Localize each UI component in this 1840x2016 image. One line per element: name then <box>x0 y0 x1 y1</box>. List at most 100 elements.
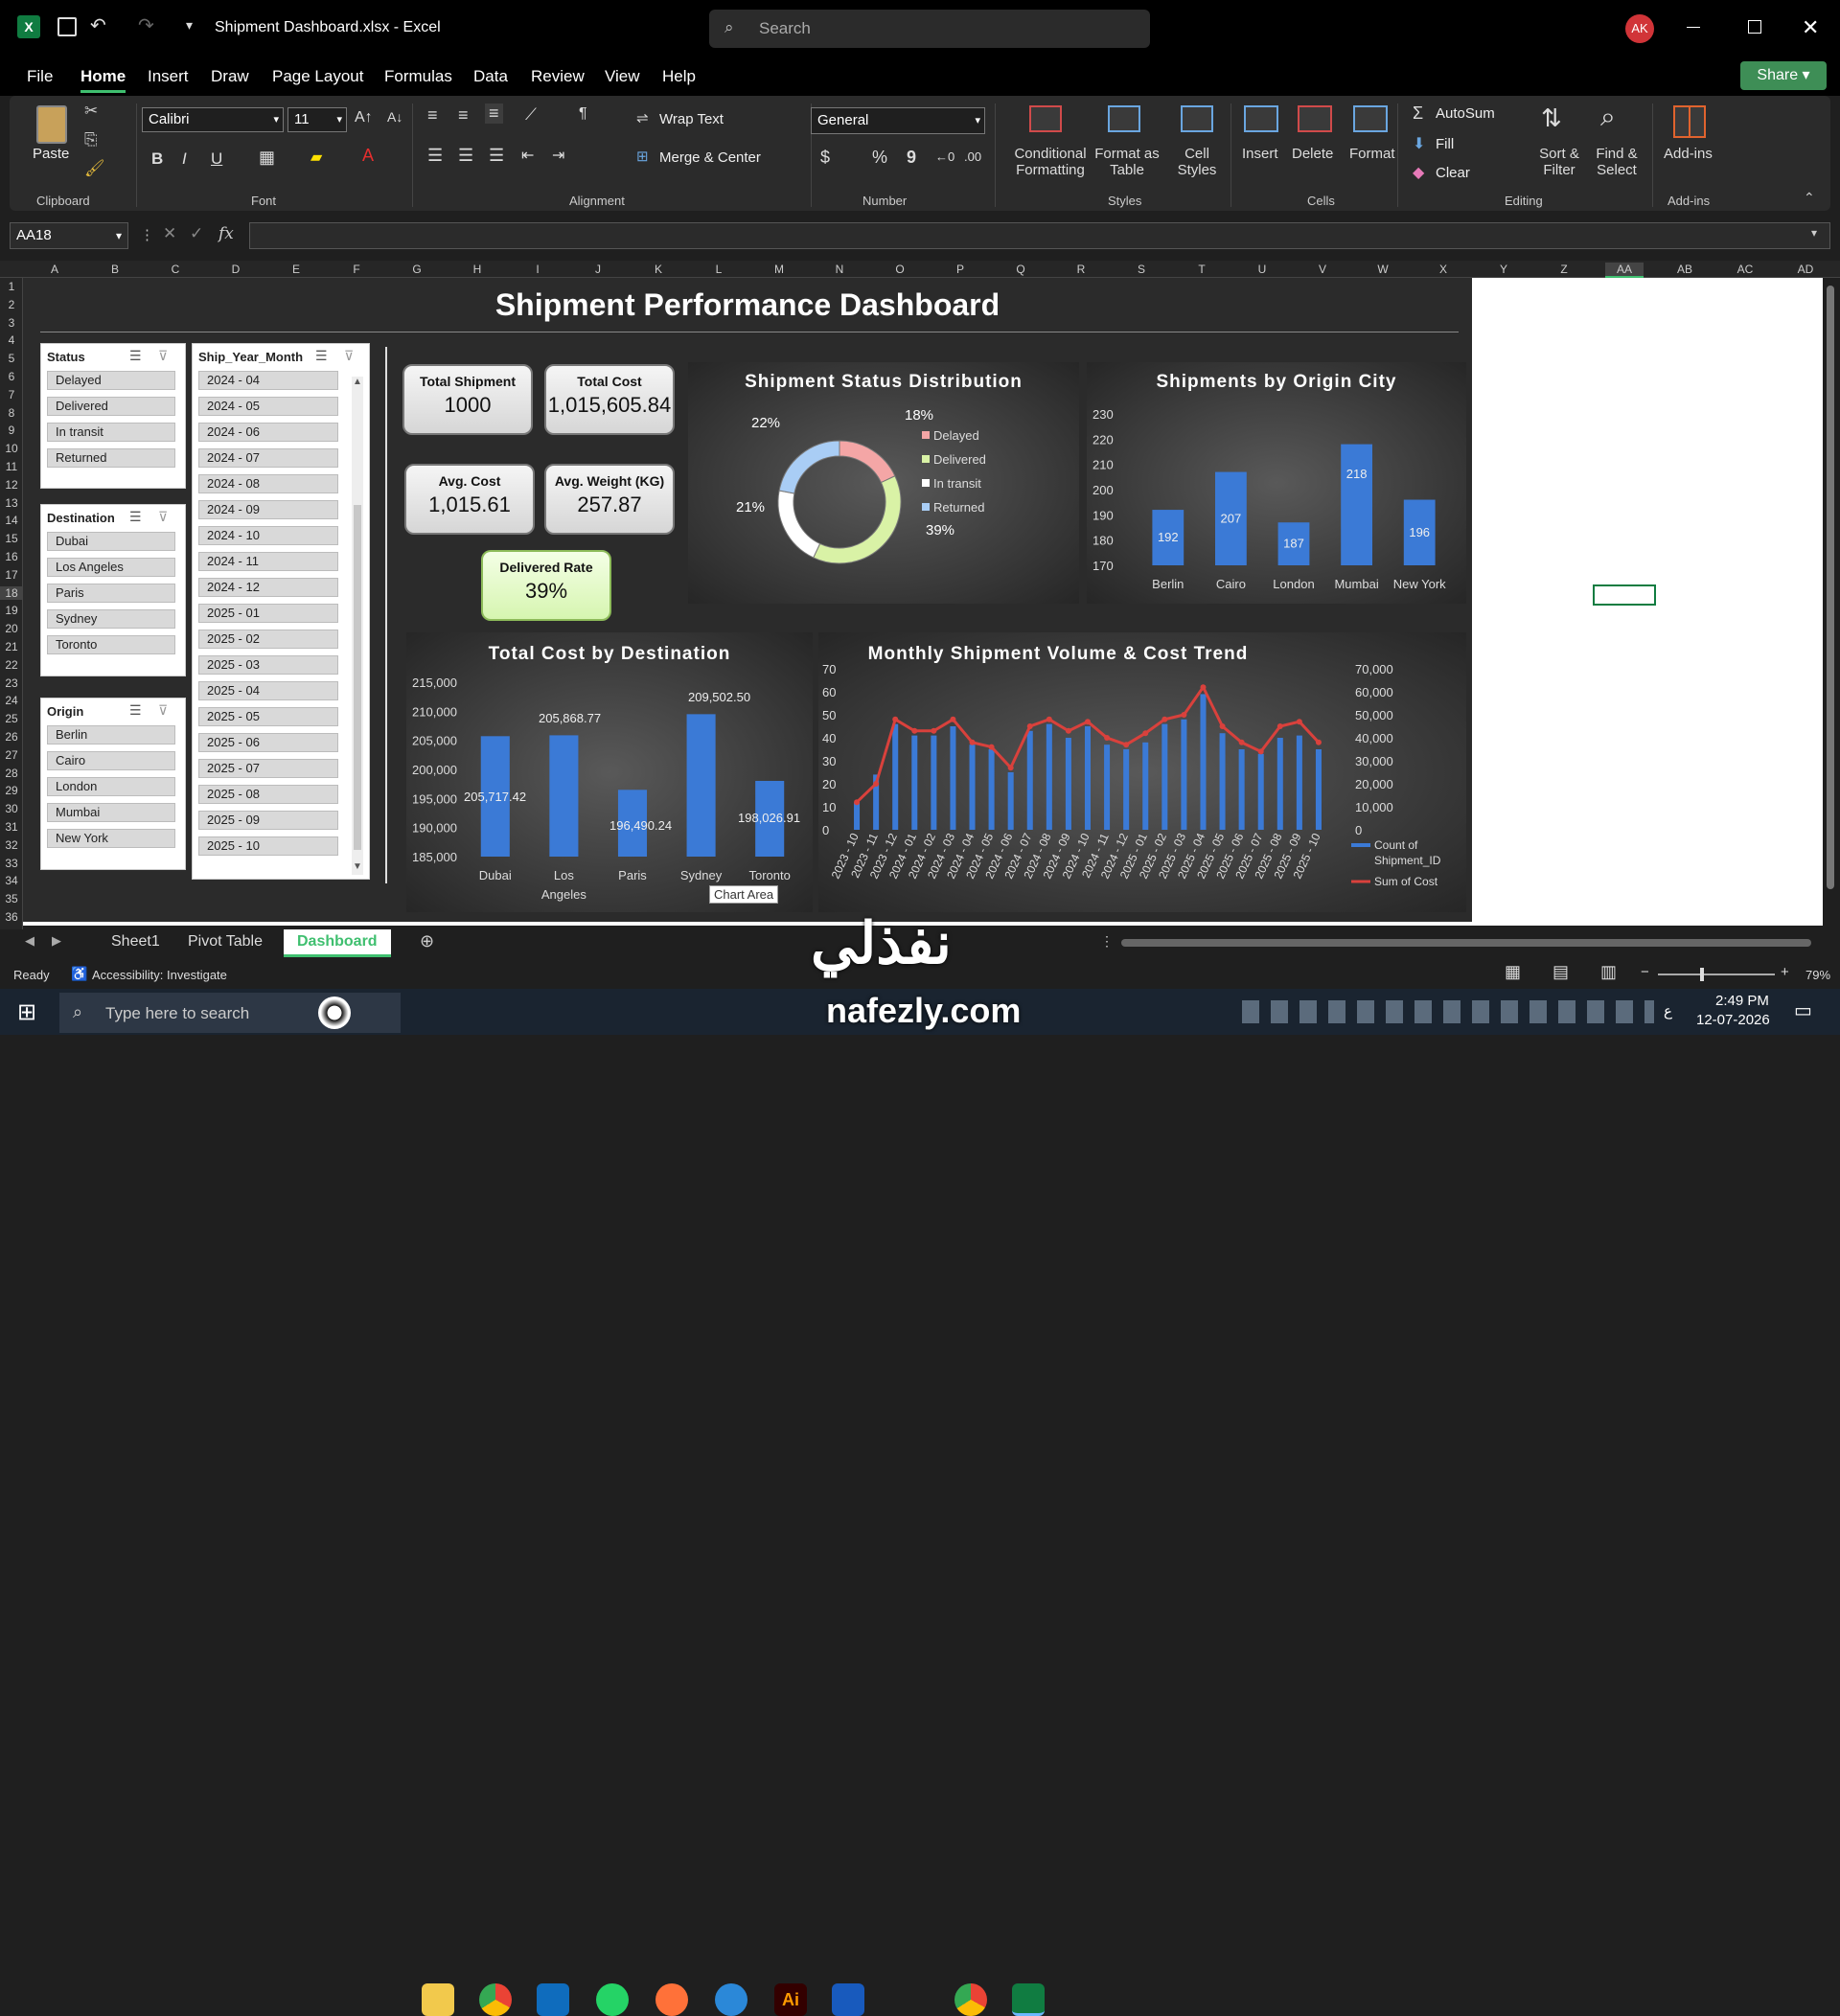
illustrator-icon[interactable]: Ai <box>774 1983 807 2016</box>
line-point[interactable] <box>1238 739 1245 745</box>
line-point[interactable] <box>1085 719 1091 725</box>
column-header[interactable]: Y <box>1484 263 1523 276</box>
row-header[interactable]: 1 <box>0 280 23 293</box>
row-header[interactable]: 35 <box>0 892 23 905</box>
scroll-thumb[interactable] <box>354 505 361 850</box>
destination-cost-chart[interactable]: Total Cost by Destination 215,000 210,000… <box>406 632 813 912</box>
column-header[interactable]: K <box>639 263 678 276</box>
menu-view[interactable]: View <box>605 67 640 86</box>
align-middle-icon[interactable]: ≡ <box>458 105 469 126</box>
line-point[interactable] <box>950 716 956 722</box>
donut-slice[interactable] <box>839 440 896 484</box>
clear-filter-icon[interactable]: ⊽ <box>158 509 168 525</box>
slicer-item[interactable]: 2024 - 10 <box>198 526 338 545</box>
sort-filter-button[interactable]: Sort & Filter <box>1533 146 1585 178</box>
copy-icon[interactable]: ⎘ <box>84 130 98 149</box>
row-header[interactable]: 12 <box>0 478 23 492</box>
row-header[interactable]: 7 <box>0 388 23 401</box>
tab-options-icon[interactable]: ⋮ <box>1100 933 1114 950</box>
page-layout-view-icon[interactable]: ▤ <box>1552 962 1569 982</box>
row-header[interactable]: 20 <box>0 622 23 635</box>
line-point[interactable] <box>1296 719 1302 725</box>
bar[interactable] <box>1123 749 1130 830</box>
line-point[interactable] <box>1123 742 1130 748</box>
column-header[interactable]: B <box>96 263 134 276</box>
slicer-item[interactable]: 2025 - 05 <box>198 707 338 726</box>
line-point[interactable] <box>911 727 918 734</box>
redo-icon[interactable]: ↷ <box>138 13 154 37</box>
donut-slice[interactable] <box>777 490 821 559</box>
slicer-item[interactable]: Cairo <box>47 751 175 770</box>
menu-page-layout[interactable]: Page Layout <box>272 67 363 86</box>
menu-insert[interactable]: Insert <box>148 67 189 86</box>
next-sheet-icon[interactable]: ▶ <box>52 933 61 949</box>
slicer-item[interactable]: 2025 - 01 <box>198 604 338 623</box>
row-header[interactable]: 16 <box>0 550 23 563</box>
column-header[interactable]: U <box>1243 263 1281 276</box>
line-point[interactable] <box>1257 748 1264 755</box>
slicer-item[interactable]: 2024 - 09 <box>198 500 338 519</box>
bar[interactable] <box>1257 753 1264 830</box>
align-right-icon[interactable]: ☰ <box>489 146 504 166</box>
slicer-item[interactable]: 2024 - 06 <box>198 423 338 442</box>
row-header[interactable]: 15 <box>0 532 23 545</box>
clock-date[interactable]: 12-07-2026 <box>1696 1012 1770 1028</box>
column-header[interactable]: X <box>1424 263 1462 276</box>
bar[interactable] <box>1219 733 1226 830</box>
row-header[interactable]: 23 <box>0 676 23 690</box>
row-header[interactable]: 9 <box>0 424 23 437</box>
borders-icon[interactable]: ▦ <box>259 148 275 168</box>
cancel-entry-icon[interactable]: ✕ <box>163 224 176 243</box>
increase-font-icon[interactable]: A↑ <box>355 109 373 126</box>
monthly-trend-chart[interactable]: Monthly Shipment Volume & Cost Trend 70 6… <box>818 632 1466 912</box>
column-header[interactable]: M <box>760 263 798 276</box>
origin-bar-chart[interactable]: Shipments by Origin City 230 220 210 200 190… <box>1087 362 1466 604</box>
slicer-item[interactable]: Los Angeles <box>47 558 175 577</box>
column-header[interactable]: P <box>941 263 979 276</box>
bar[interactable] <box>1162 723 1168 830</box>
row-header[interactable]: 30 <box>0 802 23 815</box>
column-header[interactable]: AA <box>1605 263 1644 278</box>
line-point[interactable] <box>873 781 880 787</box>
scroll-down-icon[interactable]: ▼ <box>353 861 362 872</box>
bar[interactable] <box>686 714 716 857</box>
line-point[interactable] <box>1181 712 1187 718</box>
slicer-item[interactable]: London <box>47 777 175 796</box>
sheet-area[interactable]: Shipment Performance Dashboard Status ☰ … <box>23 278 1825 926</box>
bar[interactable] <box>892 723 899 830</box>
excel-taskbar-icon[interactable] <box>1012 1983 1045 2016</box>
column-header[interactable]: J <box>579 263 617 276</box>
zoom-slider[interactable] <box>1658 974 1775 975</box>
format-painter-icon[interactable]: 🖌 <box>84 159 105 178</box>
word-icon[interactable] <box>832 1983 864 2016</box>
increase-indent-icon[interactable]: ⇥ <box>552 146 564 165</box>
slicer-item[interactable]: 2025 - 07 <box>198 759 338 778</box>
menu-home[interactable]: Home <box>80 67 126 93</box>
decrease-font-icon[interactable]: A↓ <box>387 109 402 125</box>
slicer-item[interactable]: Dubai <box>47 532 175 551</box>
bar[interactable] <box>1084 726 1092 830</box>
bar[interactable] <box>931 735 937 830</box>
fill-color-icon[interactable]: ▰ <box>310 148 322 167</box>
search-box[interactable]: ⌕ Search <box>709 10 1150 48</box>
column-header[interactable]: AC <box>1726 263 1764 276</box>
column-header[interactable]: Z <box>1545 263 1583 276</box>
normal-view-icon[interactable]: ▦ <box>1505 962 1521 982</box>
slicer-item[interactable]: Delivered <box>47 397 175 416</box>
slicer-item[interactable]: 2025 - 08 <box>198 785 338 804</box>
scroll-thumb[interactable] <box>1827 286 1834 889</box>
row-header[interactable]: 24 <box>0 694 23 707</box>
row-header[interactable]: 3 <box>0 316 23 330</box>
line-point[interactable] <box>969 739 976 745</box>
row-header[interactable]: 5 <box>0 352 23 365</box>
column-header[interactable]: E <box>277 263 315 276</box>
row-header[interactable]: 4 <box>0 333 23 347</box>
slicer-item[interactable]: 2024 - 08 <box>198 474 338 493</box>
undo-icon[interactable]: ↶ <box>90 13 106 37</box>
accessibility-status[interactable]: Accessibility: Investigate <box>92 968 227 982</box>
avatar[interactable]: AK <box>1625 14 1654 43</box>
bar[interactable] <box>911 735 918 830</box>
bar[interactable] <box>1065 738 1071 830</box>
column-header[interactable]: Q <box>1001 263 1040 276</box>
line-point[interactable] <box>1104 735 1111 741</box>
